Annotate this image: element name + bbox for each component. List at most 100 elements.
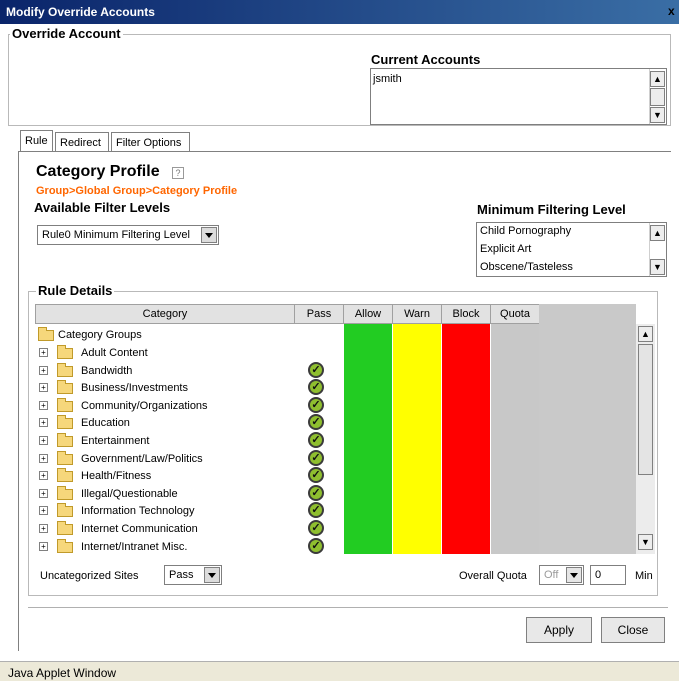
min-level-item[interactable]: Explicit Art <box>480 243 531 255</box>
close-button[interactable]: Close <box>601 617 665 643</box>
pass-check-icon[interactable]: ✓ <box>308 467 324 484</box>
scroll-thumb[interactable] <box>638 344 653 475</box>
pass-check-icon[interactable]: ✓ <box>308 520 324 536</box>
status-text: Java Applet Window <box>8 666 117 680</box>
scroll-up-icon[interactable]: ▲ <box>650 225 665 241</box>
category-name: Adult Content <box>81 347 148 359</box>
rule-details-title: Rule Details <box>36 283 115 298</box>
expand-icon[interactable]: + <box>39 506 48 516</box>
folder-icon <box>57 415 73 430</box>
category-name: Internet Communication <box>81 523 198 535</box>
min-level-item[interactable]: Obscene/Tasteless <box>480 261 573 273</box>
table-row[interactable]: + Entertainment ✓ <box>35 432 335 449</box>
overall-quota-label: Overall Quota <box>459 570 527 582</box>
column-header-quota[interactable]: Quota <box>490 304 540 324</box>
pass-check-icon[interactable]: ✓ <box>308 414 324 431</box>
grid-scrollbar[interactable]: ▲ ▼ <box>636 324 655 554</box>
folder-icon <box>57 397 73 412</box>
category-name: Community/Organizations <box>81 399 208 412</box>
expand-icon[interactable]: + <box>39 418 48 428</box>
quota-column[interactable] <box>491 324 539 554</box>
breadcrumb: Group>Global Group>Category Profile <box>36 185 238 197</box>
current-accounts-list[interactable]: jsmith ▲ ▼ <box>370 68 667 125</box>
table-row[interactable]: + Internet/Intranet Misc. ✓ <box>35 537 335 554</box>
warn-column[interactable] <box>393 324 441 554</box>
category-name: Government/Law/Politics <box>81 452 203 465</box>
expand-icon[interactable]: + <box>39 524 48 533</box>
divider <box>28 607 668 608</box>
overall-quota-select[interactable]: Off <box>539 565 584 585</box>
category-name: Education <box>81 417 130 430</box>
expand-icon[interactable]: + <box>39 365 48 375</box>
scroll-down-icon[interactable]: ▼ <box>650 259 665 275</box>
scroll-down-icon[interactable]: ▼ <box>650 107 665 123</box>
window-title: Modify Override Accounts <box>6 5 155 19</box>
chevron-down-icon[interactable] <box>204 567 220 583</box>
scroll-down-icon[interactable]: ▼ <box>638 534 653 550</box>
close-icon[interactable]: x <box>668 4 675 18</box>
expand-icon[interactable]: + <box>39 471 48 481</box>
folder-icon <box>38 327 54 341</box>
table-row[interactable]: + Health/Fitness ✓ <box>35 467 335 484</box>
min-level-scrollbar[interactable]: ▲ ▼ <box>649 223 666 276</box>
pass-check-icon[interactable]: ✓ <box>308 396 324 413</box>
column-header-category[interactable]: Category <box>35 304 295 324</box>
folder-icon <box>57 521 73 535</box>
min-level-item[interactable]: Child Pornography <box>480 225 571 237</box>
column-header-warn[interactable]: Warn <box>392 304 442 324</box>
chevron-down-icon[interactable] <box>566 567 582 583</box>
filter-level-value: Rule0 Minimum Filtering Level <box>42 229 190 241</box>
table-row[interactable]: + Illegal/Questionable ✓ <box>35 484 335 502</box>
category-name: Illegal/Questionable <box>81 487 178 500</box>
table-row[interactable]: + Internet Communication ✓ <box>35 520 335 537</box>
question-icon[interactable]: ? <box>172 167 184 179</box>
pass-check-icon[interactable]: ✓ <box>308 432 324 448</box>
expand-icon[interactable]: + <box>39 453 48 463</box>
table-row[interactable]: + Information Technology ✓ <box>35 502 335 519</box>
table-row[interactable]: + Business/Investments ✓ <box>35 379 335 396</box>
expand-icon[interactable]: + <box>39 436 48 445</box>
column-header-allow[interactable]: Allow <box>343 304 393 324</box>
pass-check-icon[interactable]: ✓ <box>308 537 324 554</box>
chevron-down-icon[interactable] <box>201 227 217 243</box>
tab-rule[interactable]: Rule <box>20 130 53 152</box>
expand-icon[interactable]: + <box>39 541 48 551</box>
scroll-up-icon[interactable]: ▲ <box>650 71 665 87</box>
tab-filter-options[interactable]: Filter Options <box>111 132 190 152</box>
minimum-filtering-list[interactable]: Child Pornography Explicit Art Obscene/T… <box>476 222 667 277</box>
available-filter-levels-label: Available Filter Levels <box>34 200 171 215</box>
overall-quota-value: Off <box>544 569 559 581</box>
allow-column[interactable] <box>344 324 392 554</box>
table-row[interactable]: + Community/Organizations ✓ <box>35 396 335 414</box>
folder-icon <box>57 345 73 359</box>
filter-level-select[interactable]: Rule0 Minimum Filtering Level <box>37 225 219 245</box>
column-header-pass[interactable]: Pass <box>294 304 344 324</box>
table-row[interactable]: + Adult Content <box>35 344 335 361</box>
account-item[interactable]: jsmith <box>373 73 402 85</box>
table-row[interactable]: + Education ✓ <box>35 414 335 431</box>
pass-check-icon[interactable]: ✓ <box>308 449 324 466</box>
pass-check-icon[interactable]: ✓ <box>308 484 324 501</box>
scroll-up-icon[interactable]: ▲ <box>638 326 653 342</box>
apply-button[interactable]: Apply <box>526 617 592 643</box>
expand-icon[interactable]: + <box>39 383 48 393</box>
pass-check-icon[interactable]: ✓ <box>308 502 324 519</box>
expand-icon[interactable]: + <box>39 348 48 357</box>
expand-icon[interactable]: + <box>39 488 48 498</box>
pass-check-icon[interactable]: ✓ <box>308 361 324 378</box>
tree-root[interactable]: Category Groups <box>35 326 335 343</box>
pass-check-icon[interactable]: ✓ <box>308 379 324 396</box>
column-header-block[interactable]: Block <box>441 304 491 324</box>
block-column[interactable] <box>442 324 490 554</box>
table-row[interactable]: + Government/Law/Politics ✓ <box>35 449 335 467</box>
expand-icon[interactable]: + <box>39 400 48 410</box>
uncategorized-sites-select[interactable]: Pass <box>164 565 222 585</box>
override-account-title: Override Account <box>10 26 123 41</box>
accounts-scrollbar[interactable]: ▲ ▼ <box>649 69 666 124</box>
quota-minutes-input[interactable]: 0 <box>590 565 626 585</box>
title-bar: Modify Override Accounts x <box>0 0 679 24</box>
scroll-thumb[interactable] <box>650 88 665 106</box>
tab-redirect[interactable]: Redirect <box>55 132 109 152</box>
table-row[interactable]: + Bandwidth ✓ <box>35 361 335 379</box>
category-name: Information Technology <box>81 505 195 518</box>
